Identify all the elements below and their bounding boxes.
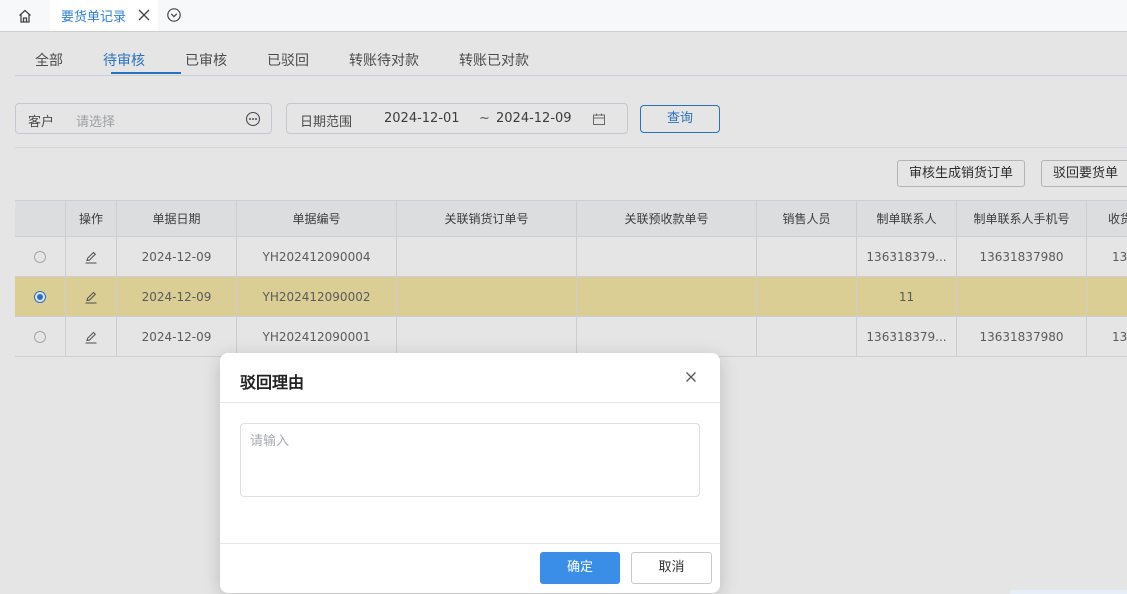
page-tab-delivery-records[interactable]: 要货单记录 bbox=[50, 0, 158, 31]
dialog-divider bbox=[220, 543, 720, 544]
close-icon[interactable] bbox=[684, 370, 698, 384]
chevron-down-circle-icon[interactable] bbox=[166, 7, 182, 23]
corner-widget bbox=[1010, 590, 1127, 594]
reject-reason-input[interactable] bbox=[240, 423, 700, 497]
page-tab-bar: 要货单记录 bbox=[0, 0, 1127, 32]
dialog-title: 驳回理由 bbox=[240, 373, 305, 392]
cancel-button[interactable]: 取消 bbox=[631, 552, 712, 584]
home-button[interactable] bbox=[14, 6, 36, 26]
close-icon[interactable] bbox=[137, 8, 151, 22]
home-icon bbox=[19, 9, 31, 23]
confirm-button[interactable]: 确定 bbox=[540, 552, 620, 584]
reject-reason-dialog: 驳回理由 确定 取消 bbox=[220, 353, 720, 593]
dialog-divider bbox=[220, 402, 720, 403]
page-tab-label: 要货单记录 bbox=[61, 10, 127, 25]
